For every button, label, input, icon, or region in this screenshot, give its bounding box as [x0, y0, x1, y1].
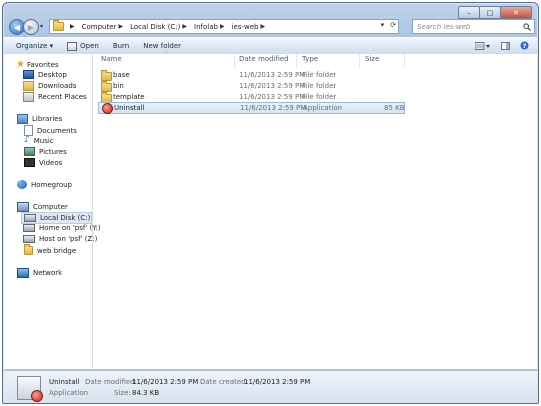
search-icon	[523, 22, 531, 31]
network-drive-icon	[23, 224, 35, 232]
desktop-icon	[23, 70, 34, 79]
column-header-date[interactable]: Date modified	[239, 55, 289, 66]
nav-host-psf[interactable]: Host on 'psf' (Z:)	[23, 235, 97, 243]
pictures-icon	[24, 147, 35, 156]
file-row-uninstall[interactable]: Uninstall 11/6/2013 2:59 PM Application …	[98, 102, 405, 114]
new-folder-button[interactable]: New folder	[143, 42, 181, 50]
view-options-icon[interactable]	[475, 41, 491, 50]
chevron-right-icon: ▶	[118, 23, 124, 30]
column-divider	[359, 54, 360, 68]
nav-local-disk[interactable]: Local Disk (C:)	[21, 212, 92, 224]
nav-desktop[interactable]: Desktop	[23, 70, 67, 79]
details-file-name: Uninstall	[49, 378, 80, 386]
file-list: Name ˆ Date modified Type Size base 11/6…	[93, 52, 537, 369]
preview-pane-icon[interactable]	[501, 41, 510, 50]
nav-libraries[interactable]: Libraries	[17, 114, 62, 124]
details-size-value: 84.3 KB	[132, 389, 160, 397]
recent-pages-dropdown[interactable]: ▾	[40, 23, 43, 30]
details-created-label: Date created:	[200, 378, 248, 386]
details-modified-value: 11/6/2013 2:59 PM	[132, 378, 199, 386]
videos-icon	[24, 158, 35, 167]
file-row-base[interactable]: base 11/6/2013 2:59 PM File folder	[99, 70, 404, 81]
details-size-label: Size:	[114, 389, 131, 397]
network-drive-icon	[23, 235, 35, 243]
column-header-size[interactable]: Size	[365, 55, 379, 66]
open-icon	[67, 41, 78, 51]
nav-documents[interactable]: Documents	[24, 125, 77, 136]
chevron-right-icon: ▶	[260, 23, 266, 30]
music-icon: ♪	[24, 135, 30, 145]
nav-computer[interactable]: Computer	[17, 202, 68, 212]
disk-icon	[24, 214, 36, 222]
recent-places-icon	[23, 92, 34, 102]
help-icon[interactable]: ?	[520, 41, 529, 50]
navigation-pane: ★ Favorites Desktop Downloads Recent Pla…	[4, 54, 101, 369]
nav-homegroup[interactable]: Homegroup	[17, 180, 72, 189]
svg-text:?: ?	[523, 42, 527, 50]
column-divider	[404, 54, 405, 68]
column-divider	[234, 54, 235, 68]
application-icon	[102, 103, 113, 114]
search-input[interactable]: Search ies-web	[412, 19, 535, 34]
file-row-bin[interactable]: bin 11/6/2013 2:59 PM File folder	[99, 81, 404, 92]
folder-icon	[101, 70, 112, 81]
file-row-template[interactable]: template 11/6/2013 2:59 PM File folder	[99, 92, 404, 103]
sort-arrow-icon: ˆ	[165, 52, 168, 59]
breadcrumb-local-disk[interactable]: Local Disk (C:) ▶	[130, 23, 191, 31]
star-icon: ★	[16, 59, 25, 70]
nav-recent-places[interactable]: Recent Places	[23, 92, 87, 102]
nav-web-bridge[interactable]: web bridge	[24, 244, 76, 255]
breadcrumb-ies-web[interactable]: ies-web ▶	[232, 23, 270, 31]
chevron-right-icon: ▶	[70, 23, 75, 30]
burn-button[interactable]: Burn	[113, 42, 129, 50]
downloads-icon	[23, 81, 34, 91]
refresh-icon[interactable]: ⟳	[390, 21, 396, 29]
explorer-window: – □ ✕ ◀ ▶ ▾ ▶ Computer ▶ Local Disk (C:) ▶…	[2, 2, 539, 404]
homegroup-icon	[17, 180, 27, 189]
column-divider	[296, 54, 297, 68]
folder-icon	[24, 244, 33, 255]
nav-downloads[interactable]: Downloads	[23, 81, 76, 91]
details-modified-label: Date modified:	[85, 378, 137, 386]
address-dropdown-icon[interactable]: ▾	[381, 21, 385, 29]
navigation-bar: ◀ ▶ ▾ ▶ Computer ▶ Local Disk (C:) ▶ Infol…	[7, 18, 535, 35]
network-icon	[17, 268, 29, 278]
nav-network[interactable]: Network	[17, 268, 62, 278]
explorer-body: ★ Favorites Desktop Downloads Recent Pla…	[4, 52, 537, 369]
breadcrumb-computer[interactable]: Computer ▶	[82, 23, 127, 31]
nav-music[interactable]: ♪ Music	[24, 136, 54, 145]
details-pane: Uninstall Application Date modified: 11/…	[4, 370, 537, 403]
computer-icon	[17, 202, 29, 212]
nav-videos[interactable]: Videos	[24, 158, 62, 167]
application-large-icon	[17, 376, 43, 402]
libraries-icon	[17, 114, 28, 124]
chevron-right-icon: ▶	[219, 23, 225, 30]
nav-favorites[interactable]: ★ Favorites	[16, 59, 59, 70]
folder-icon	[53, 20, 64, 31]
details-file-type: Application	[49, 389, 89, 397]
command-bar: Organize ▾ Open Burn New folder ?	[4, 37, 537, 55]
breadcrumb-infolab[interactable]: Infolab ▶	[194, 23, 229, 31]
details-created-value: 11/6/2013 2:59 PM	[244, 378, 311, 386]
column-header-type[interactable]: Type	[302, 55, 318, 66]
nav-pictures[interactable]: Pictures	[24, 147, 67, 156]
nav-home-psf[interactable]: Home on 'psf' (Y:)	[23, 224, 101, 232]
open-button[interactable]: Open	[67, 41, 99, 51]
chevron-right-icon: ▶	[182, 23, 188, 30]
address-bar[interactable]: ▶ Computer ▶ Local Disk (C:) ▶ Infolab ▶ ie…	[49, 19, 399, 34]
column-header-name[interactable]: Name	[101, 55, 122, 66]
forward-button[interactable]: ▶	[23, 19, 39, 35]
organize-button[interactable]: Organize ▾	[16, 42, 53, 50]
folder-icon	[101, 81, 112, 92]
